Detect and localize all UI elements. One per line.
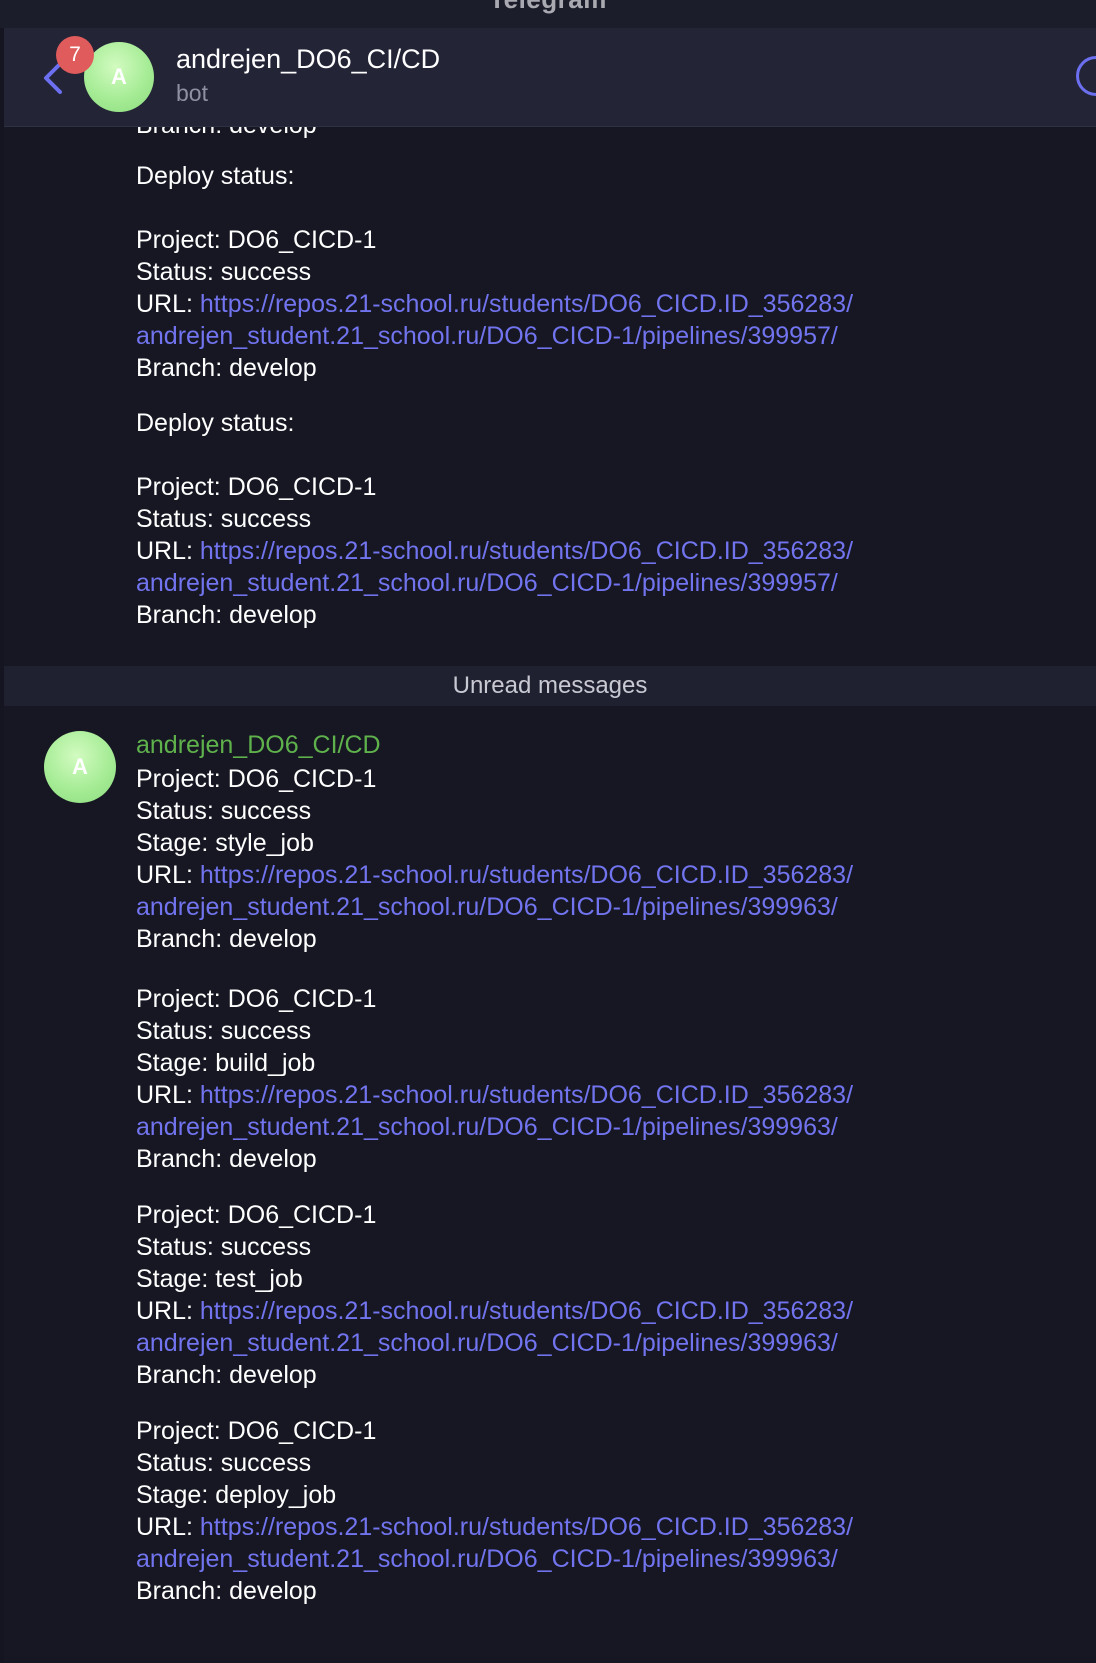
chat-window: Branch: develop Deploy status: Project: … xyxy=(4,28,1096,1663)
message[interactable]: Project: DO6_CICD-1 Status: success Stag… xyxy=(136,1199,1036,1391)
unread-count-badge: 7 xyxy=(56,36,94,74)
message-url-line: URL: https://repos.21-school.ru/students… xyxy=(136,535,1036,567)
message[interactable]: Deploy status: Project: DO6_CICD-1 Statu… xyxy=(136,407,1036,631)
url-label: URL: xyxy=(136,537,200,565)
pipeline-link-continued[interactable]: andrejen_student.21_school.ru/DO6_CICD-1… xyxy=(136,1111,1036,1143)
message-stage: Stage: deploy_job xyxy=(136,1481,337,1509)
chat-title[interactable]: andrejen_DO6_CI/CD xyxy=(176,44,440,75)
search-icon[interactable] xyxy=(1076,56,1096,96)
message-branch: Branch: develop xyxy=(136,354,317,382)
pipeline-link[interactable]: https://repos.21-school.ru/students/DO6_… xyxy=(200,1513,853,1541)
url-label: URL: xyxy=(136,1081,200,1109)
message-history[interactable]: Branch: develop Deploy status: Project: … xyxy=(4,28,1096,1663)
message-url-line: URL: https://repos.21-school.ru/students… xyxy=(136,1511,1036,1543)
pipeline-link-continued[interactable]: andrejen_student.21_school.ru/DO6_CICD-1… xyxy=(136,1543,1036,1575)
message-project: Project: DO6_CICD-1 xyxy=(136,765,377,793)
message-url-line: URL: https://repos.21-school.ru/students… xyxy=(136,288,1036,320)
message-status: Status: success xyxy=(136,505,312,533)
pipeline-link-continued[interactable]: andrejen_student.21_school.ru/DO6_CICD-1… xyxy=(136,320,1036,352)
message-url-line: URL: https://repos.21-school.ru/students… xyxy=(136,859,1036,891)
message-branch: Branch: develop xyxy=(136,1577,317,1605)
message-project: Project: DO6_CICD-1 xyxy=(136,985,377,1013)
pipeline-link[interactable]: https://repos.21-school.ru/students/DO6_… xyxy=(200,290,853,318)
message-url-line: URL: https://repos.21-school.ru/students… xyxy=(136,1079,1036,1111)
message-project: Project: DO6_CICD-1 xyxy=(136,1201,377,1229)
message-status: Status: success xyxy=(136,1233,312,1261)
message-stage: Stage: style_job xyxy=(136,829,314,857)
pipeline-link-continued[interactable]: andrejen_student.21_school.ru/DO6_CICD-1… xyxy=(136,1327,1036,1359)
message-branch: Branch: develop xyxy=(136,1361,317,1389)
pipeline-link-continued[interactable]: andrejen_student.21_school.ru/DO6_CICD-1… xyxy=(136,567,1036,599)
url-label: URL: xyxy=(136,1297,200,1325)
message-branch: Branch: develop xyxy=(136,601,317,629)
sender-avatar[interactable]: A xyxy=(44,731,116,803)
url-label: URL: xyxy=(136,290,200,318)
sender-name[interactable]: andrejen_DO6_CI/CD xyxy=(136,729,381,761)
message[interactable]: Deploy status: Project: DO6_CICD-1 Statu… xyxy=(136,160,1036,384)
pipeline-link[interactable]: https://repos.21-school.ru/students/DO6_… xyxy=(200,1297,853,1325)
message-project: Project: DO6_CICD-1 xyxy=(136,226,377,254)
chat-subtitle: bot xyxy=(176,80,208,106)
window-title: Telegram xyxy=(0,0,1096,15)
url-label: URL: xyxy=(136,861,200,889)
message-project: Project: DO6_CICD-1 xyxy=(136,473,377,501)
window-titlebar: Telegram xyxy=(0,0,1096,28)
pipeline-link-continued[interactable]: andrejen_student.21_school.ru/DO6_CICD-1… xyxy=(136,891,1036,923)
pipeline-link[interactable]: https://repos.21-school.ru/students/DO6_… xyxy=(200,861,853,889)
message-status: Status: success xyxy=(136,1449,312,1477)
message-status: Status: success xyxy=(136,797,312,825)
message[interactable]: Project: DO6_CICD-1 Status: success Stag… xyxy=(136,1415,1036,1607)
message-branch: Branch: develop xyxy=(136,925,317,953)
pipeline-link[interactable]: https://repos.21-school.ru/students/DO6_… xyxy=(200,537,853,565)
message[interactable]: Project: DO6_CICD-1 Status: success Stag… xyxy=(136,763,1036,955)
message-status: Status: success xyxy=(136,1017,312,1045)
chat-header: 7 A andrejen_DO6_CI/CD bot xyxy=(4,28,1096,127)
message-stage: Stage: test_job xyxy=(136,1265,303,1293)
message-stage: Stage: build_job xyxy=(136,1049,316,1077)
chat-avatar[interactable]: A xyxy=(84,42,154,112)
pipeline-link[interactable]: https://repos.21-school.ru/students/DO6_… xyxy=(200,1081,853,1109)
message-status: Status: success xyxy=(136,258,312,286)
message-project: Project: DO6_CICD-1 xyxy=(136,1417,377,1445)
message[interactable]: Project: DO6_CICD-1 Status: success Stag… xyxy=(136,983,1036,1175)
message-branch: Branch: develop xyxy=(136,1145,317,1173)
message-heading: Deploy status: xyxy=(136,409,295,437)
message-heading: Deploy status: xyxy=(136,162,295,190)
message-url-line: URL: https://repos.21-school.ru/students… xyxy=(136,1295,1036,1327)
unread-messages-divider: Unread messages xyxy=(4,666,1096,706)
url-label: URL: xyxy=(136,1513,200,1541)
